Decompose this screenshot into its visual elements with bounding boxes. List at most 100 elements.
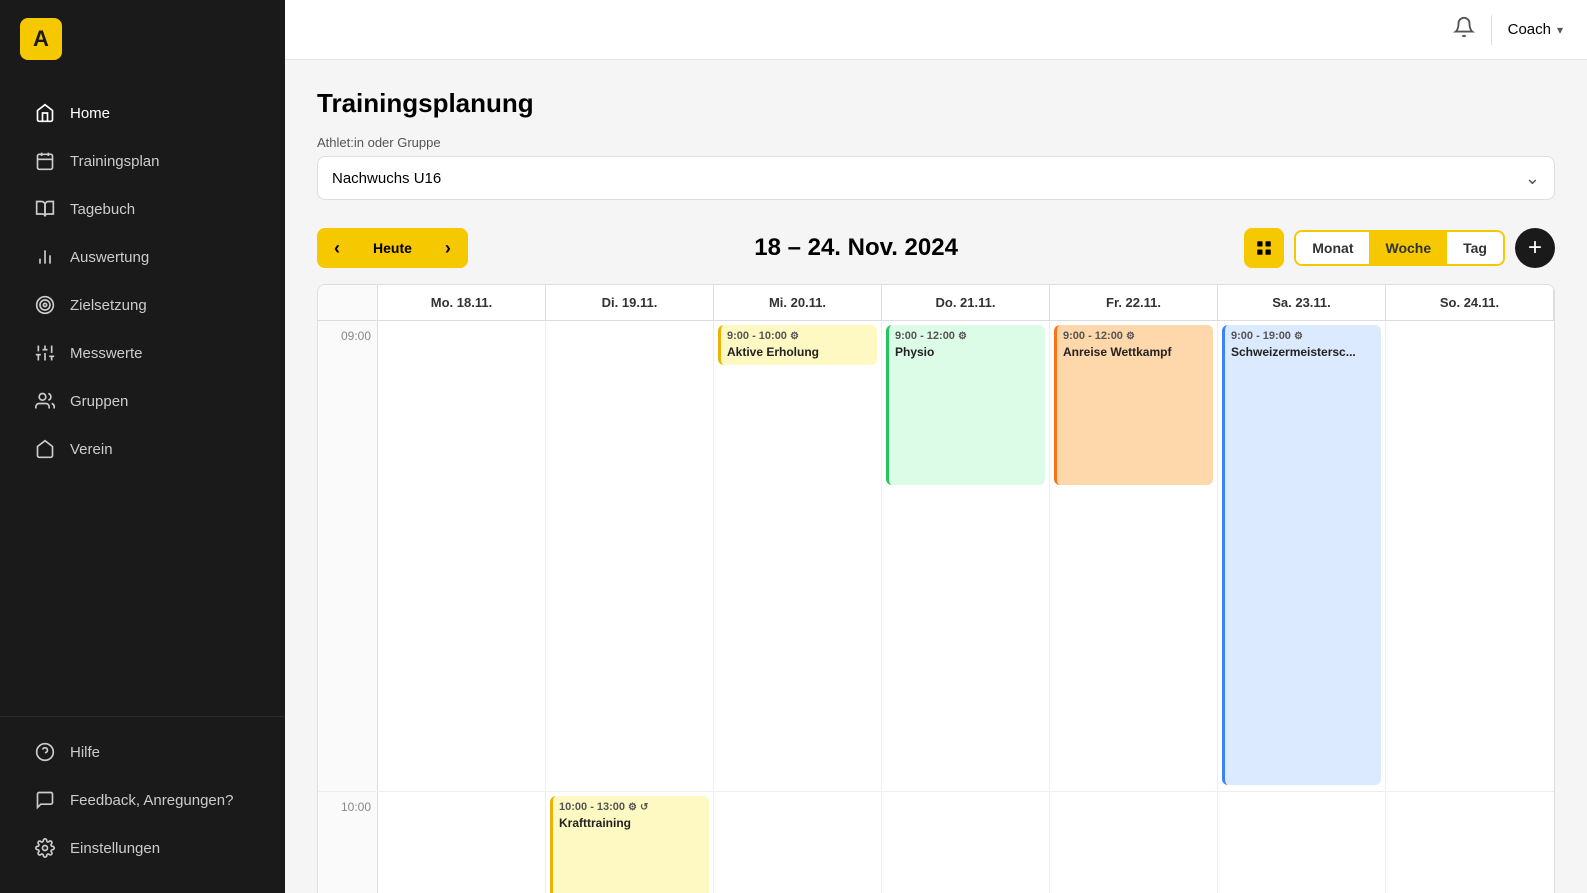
sidebar-item-messwerte[interactable]: Messwerte xyxy=(10,330,275,376)
sidebar-item-gruppen[interactable]: Gruppen xyxy=(10,378,275,424)
sidebar-item-einstellungen-label: Einstellungen xyxy=(70,840,160,857)
sidebar-item-home[interactable]: Home xyxy=(10,90,275,136)
select-arrow-icon: ⌄ xyxy=(1525,168,1540,189)
sidebar-item-verein[interactable]: Verein xyxy=(10,426,275,472)
add-event-button[interactable]: + xyxy=(1515,228,1555,268)
app-logo[interactable]: A xyxy=(20,18,62,60)
sidebar-item-home-label: Home xyxy=(70,105,110,122)
event-schweizermeisterschaft[interactable]: 9:00 - 19:00 ⚙ Schweizermeistersc... xyxy=(1222,325,1381,785)
settings-icon xyxy=(34,837,56,859)
event-schweizermeisterschaft-title: Schweizermeistersc... xyxy=(1231,344,1375,361)
building-icon xyxy=(34,438,56,460)
week-view-button[interactable]: Woche xyxy=(1369,232,1447,264)
event-krafttraining[interactable]: 10:00 - 13:00 ⚙ ↺ Krafttraining xyxy=(550,796,709,893)
cell-thu-0900[interactable]: 9:00 - 12:00 ⚙ Physio xyxy=(882,321,1050,791)
sidebar-item-tagebuch[interactable]: Tagebuch xyxy=(10,186,275,232)
day-header-wed: Mi. 20.11. xyxy=(714,285,882,320)
sidebar-item-zielsetzung-label: Zielsetzung xyxy=(70,297,147,314)
header: Coach ▾ xyxy=(285,0,1587,60)
sidebar-item-auswertung-label: Auswertung xyxy=(70,249,149,266)
select-label: Athlet:in oder Gruppe xyxy=(317,135,1555,150)
calendar-grid: Mo. 18.11. Di. 19.11. Mi. 20.11. Do. 21.… xyxy=(317,284,1555,893)
user-label: Coach xyxy=(1508,21,1551,38)
cell-sun-1000[interactable] xyxy=(1386,792,1554,893)
sidebar-item-trainingsplan-label: Trainingsplan xyxy=(70,153,160,170)
event-krafttraining-title: Krafttraining xyxy=(559,815,703,832)
time-label-1000: 10:00 xyxy=(318,792,378,893)
sidebar-item-hilfe[interactable]: Hilfe xyxy=(10,729,275,775)
sidebar-item-tagebuch-label: Tagebuch xyxy=(70,201,135,218)
day-header-tue: Di. 19.11. xyxy=(546,285,714,320)
cell-sun-0900[interactable] xyxy=(1386,321,1554,791)
calendar-header-row: Mo. 18.11. Di. 19.11. Mi. 20.11. Do. 21.… xyxy=(318,285,1554,321)
cell-wed-0900[interactable]: 9:00 - 10:00 ⚙ Aktive Erholung xyxy=(714,321,882,791)
event-physio-time: 9:00 - 12:00 ⚙ xyxy=(895,329,1039,344)
sidebar-item-hilfe-label: Hilfe xyxy=(70,744,100,761)
time-column-header xyxy=(318,285,378,320)
sidebar-item-gruppen-label: Gruppen xyxy=(70,393,128,410)
help-circle-icon xyxy=(34,741,56,763)
sidebar-item-einstellungen[interactable]: Einstellungen xyxy=(10,825,275,871)
athlete-group-select[interactable]: Nachwuchs U16 ⌄ xyxy=(317,156,1555,200)
day-view-button[interactable]: Tag xyxy=(1447,232,1503,264)
sidebar-item-trainingsplan[interactable]: Trainingsplan xyxy=(10,138,275,184)
event-physio[interactable]: 9:00 - 12:00 ⚙ Physio xyxy=(886,325,1045,485)
calendar-navigation: ‹ Heute › xyxy=(317,228,468,268)
calendar-view-controls: Monat Woche Tag + xyxy=(1244,228,1555,268)
cell-sat-1000[interactable] xyxy=(1218,792,1386,893)
today-button[interactable]: Heute xyxy=(357,228,428,268)
sidebar: A Home Trainingsplan Tagebuch Auswertung xyxy=(0,0,285,893)
calendar-date-range: 18 – 24. Nov. 2024 xyxy=(754,234,958,262)
cell-wed-1000[interactable] xyxy=(714,792,882,893)
sidebar-item-feedback-label: Feedback, Anregungen? xyxy=(70,792,233,809)
cell-tue-1000[interactable]: 10:00 - 13:00 ⚙ ↺ Krafttraining xyxy=(546,792,714,893)
event-anreise[interactable]: 9:00 - 12:00 ⚙ Anreise Wettkampf xyxy=(1054,325,1213,485)
sidebar-item-feedback[interactable]: Feedback, Anregungen? xyxy=(10,777,275,823)
content-area: Trainingsplanung Athlet:in oder Gruppe N… xyxy=(285,60,1587,893)
sidebar-item-auswertung[interactable]: Auswertung xyxy=(10,234,275,280)
notifications-bell[interactable] xyxy=(1453,16,1475,44)
event-aktive-erholung-title: Aktive Erholung xyxy=(727,344,871,361)
sidebar-bottom: Hilfe Feedback, Anregungen? Einstellunge… xyxy=(0,716,285,893)
next-week-button[interactable]: › xyxy=(428,228,468,268)
cell-tue-0900[interactable] xyxy=(546,321,714,791)
prev-week-button[interactable]: ‹ xyxy=(317,228,357,268)
time-row-0900: 09:00 9:00 - 10:00 ⚙ Aktive Erholung 9:0… xyxy=(318,321,1554,792)
target-icon xyxy=(34,294,56,316)
day-header-thu: Do. 21.11. xyxy=(882,285,1050,320)
cell-fri-0900[interactable]: 9:00 - 12:00 ⚙ Anreise Wettkampf xyxy=(1050,321,1218,791)
cell-fri-1000[interactable] xyxy=(1050,792,1218,893)
sliders-icon xyxy=(34,342,56,364)
message-circle-icon xyxy=(34,789,56,811)
sidebar-item-verein-label: Verein xyxy=(70,441,113,458)
select-current-value: Nachwuchs U16 xyxy=(332,170,1525,187)
header-divider xyxy=(1491,15,1492,45)
cell-mon-0900[interactable] xyxy=(378,321,546,791)
event-physio-title: Physio xyxy=(895,344,1039,361)
main-content: Coach ▾ Trainingsplanung Athlet:in oder … xyxy=(285,0,1587,893)
day-header-mon: Mo. 18.11. xyxy=(378,285,546,320)
user-menu[interactable]: Coach ▾ xyxy=(1508,21,1563,38)
day-header-sun: So. 24.11. xyxy=(1386,285,1554,320)
cell-mon-1000[interactable] xyxy=(378,792,546,893)
event-krafttraining-time: 10:00 - 13:00 ⚙ ↺ xyxy=(559,800,703,815)
users-icon xyxy=(34,390,56,412)
grid-view-button[interactable] xyxy=(1244,228,1284,268)
day-header-fri: Fr. 22.11. xyxy=(1050,285,1218,320)
page-title: Trainingsplanung xyxy=(317,88,1555,119)
event-aktive-erholung-time: 9:00 - 10:00 ⚙ xyxy=(727,329,871,344)
month-view-button[interactable]: Monat xyxy=(1296,232,1369,264)
event-aktive-erholung[interactable]: 9:00 - 10:00 ⚙ Aktive Erholung xyxy=(718,325,877,365)
cell-thu-1000[interactable] xyxy=(882,792,1050,893)
day-header-sat: Sa. 23.11. xyxy=(1218,285,1386,320)
sidebar-item-zielsetzung[interactable]: Zielsetzung xyxy=(10,282,275,328)
event-schweizermeisterschaft-time: 9:00 - 19:00 ⚙ xyxy=(1231,329,1375,344)
sidebar-logo: A xyxy=(0,0,285,78)
cell-sat-0900[interactable]: 9:00 - 19:00 ⚙ Schweizermeistersc... xyxy=(1218,321,1386,791)
calendar-icon xyxy=(34,150,56,172)
home-icon xyxy=(34,102,56,124)
calendar-controls: ‹ Heute › 18 – 24. Nov. 2024 Monat Woche… xyxy=(317,228,1555,268)
sidebar-item-messwerte-label: Messwerte xyxy=(70,345,143,362)
bar-chart-icon xyxy=(34,246,56,268)
time-label-0900: 09:00 xyxy=(318,321,378,791)
